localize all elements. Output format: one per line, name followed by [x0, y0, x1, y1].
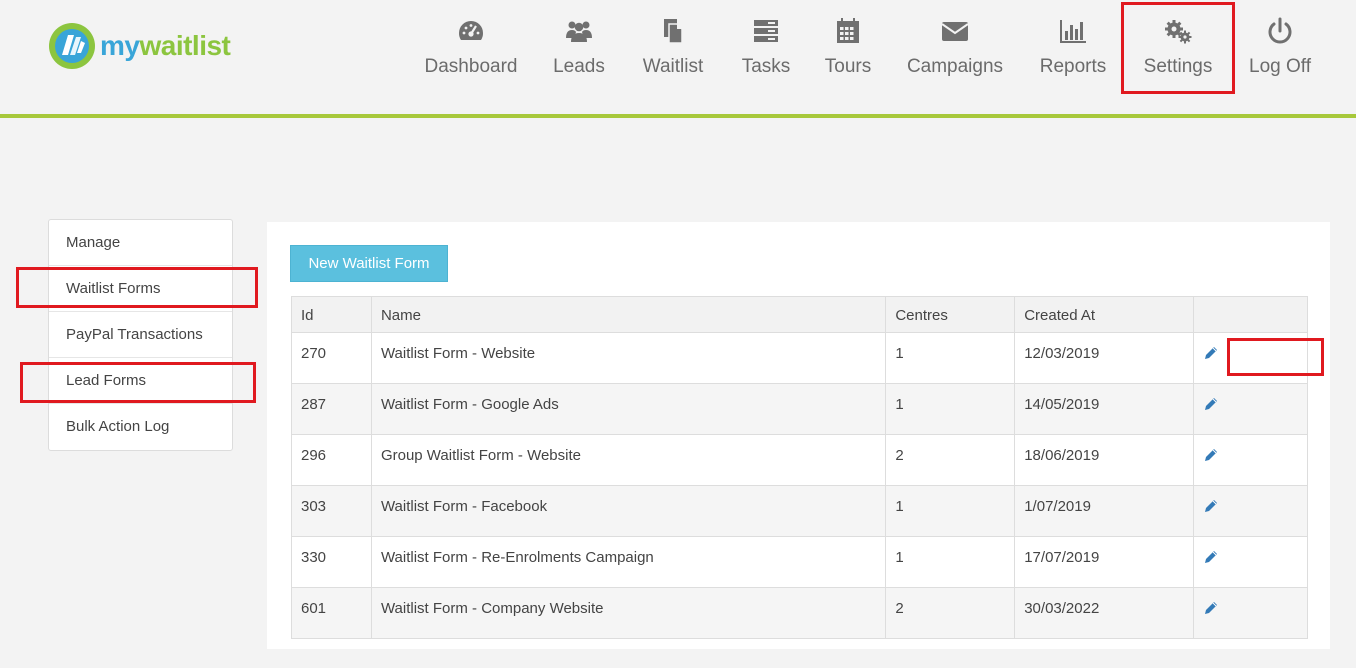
cell-created-at: 30/03/2022: [1014, 587, 1195, 639]
settings-sidebar: Manage Waitlist Forms PayPal Transaction…: [48, 219, 233, 451]
bar-chart-icon: [1060, 20, 1086, 43]
cell-created-at: 14/05/2019: [1014, 383, 1195, 435]
edit-pencil-icon[interactable]: [1203, 447, 1219, 463]
nav-tours[interactable]: Tours: [823, 14, 873, 94]
cell-centres: 1: [885, 383, 1016, 435]
cell-actions: [1193, 434, 1308, 486]
table-header-row: Id Name Centres Created At: [291, 296, 1308, 333]
sidebar-item-manage[interactable]: Manage: [49, 220, 232, 266]
table-row: 296 Group Waitlist Form - Website 2 18/0…: [291, 434, 1308, 486]
table-row: 270 Waitlist Form - Website 1 12/03/2019: [291, 332, 1308, 384]
waitlist-forms-table: Id Name Centres Created At 270 Waitlist …: [291, 296, 1308, 639]
cell-centres: 1: [885, 536, 1016, 588]
sidebar-item-paypal-transactions[interactable]: PayPal Transactions: [49, 312, 232, 358]
cell-actions: [1193, 332, 1308, 384]
nav-dashboard[interactable]: Dashboard: [422, 14, 520, 94]
sidebar-item-waitlist-forms[interactable]: Waitlist Forms: [49, 266, 232, 312]
cell-name: Waitlist Form - Company Website: [370, 587, 887, 639]
main-nav: Dashboard Leads Waitlist Tasks Tours Cam…: [0, 14, 1356, 94]
edit-pencil-icon[interactable]: [1203, 549, 1219, 565]
cell-created-at: 18/06/2019: [1014, 434, 1195, 486]
nav-waitlist[interactable]: Waitlist: [638, 14, 708, 94]
cell-id: 303: [291, 485, 372, 537]
cell-name: Waitlist Form - Re-Enrolments Campaign: [370, 536, 887, 588]
cell-actions: [1193, 485, 1308, 537]
waitlist-forms-panel: New Waitlist Form Id Name Centres Create…: [267, 222, 1330, 649]
cell-created-at: 12/03/2019: [1014, 332, 1195, 384]
cell-actions: [1193, 383, 1308, 435]
cell-name: Waitlist Form - Google Ads: [370, 383, 887, 435]
cell-actions: [1193, 536, 1308, 588]
cell-actions: [1193, 587, 1308, 639]
nav-reports[interactable]: Reports: [1038, 14, 1108, 94]
envelope-icon: [941, 22, 969, 41]
table-row: 303 Waitlist Form - Facebook 1 1/07/2019: [291, 485, 1308, 537]
cell-centres: 2: [885, 587, 1016, 639]
edit-pencil-icon[interactable]: [1203, 396, 1219, 412]
edit-pencil-icon[interactable]: [1203, 498, 1219, 514]
cell-name: Group Waitlist Form - Website: [370, 434, 887, 486]
cell-name: Waitlist Form - Website: [370, 332, 887, 384]
cell-created-at: 17/07/2019: [1014, 536, 1195, 588]
cell-id: 330: [291, 536, 372, 588]
table-row: 330 Waitlist Form - Re-Enrolments Campai…: [291, 536, 1308, 588]
edit-pencil-icon[interactable]: [1203, 345, 1219, 361]
cell-name: Waitlist Form - Facebook: [370, 485, 887, 537]
cell-id: 287: [291, 383, 372, 435]
cell-centres: 1: [885, 485, 1016, 537]
cell-created-at: 1/07/2019: [1014, 485, 1195, 537]
cell-centres: 2: [885, 434, 1016, 486]
users-icon: [566, 21, 592, 42]
server-icon: [754, 20, 778, 42]
sidebar-item-bulk-action-log[interactable]: Bulk Action Log: [49, 404, 232, 450]
table-row: 287 Waitlist Form - Google Ads 1 14/05/2…: [291, 383, 1308, 435]
column-header-actions: [1193, 296, 1308, 333]
column-header-name: Name: [370, 296, 887, 333]
cell-id: 601: [291, 587, 372, 639]
sidebar-item-lead-forms[interactable]: Lead Forms: [49, 358, 232, 404]
nav-campaigns[interactable]: Campaigns: [906, 14, 1004, 94]
nav-tasks[interactable]: Tasks: [741, 14, 791, 94]
cell-id: 270: [291, 332, 372, 384]
calendar-icon: [837, 18, 859, 43]
power-icon: [1268, 17, 1292, 44]
nav-log-off[interactable]: Log Off: [1245, 14, 1315, 94]
column-header-created-at: Created At: [1014, 296, 1195, 333]
new-waitlist-form-button[interactable]: New Waitlist Form: [290, 245, 448, 282]
column-header-centres: Centres: [885, 296, 1016, 333]
table-row: 601 Waitlist Form - Company Website 2 30…: [291, 587, 1308, 639]
cell-centres: 1: [885, 332, 1016, 384]
gears-icon: [1165, 20, 1192, 44]
nav-settings[interactable]: Settings: [1138, 14, 1218, 94]
top-header: mywaitlist Dashboard Leads Waitlist Task…: [0, 0, 1356, 118]
documents-icon: [664, 19, 683, 44]
dashboard-icon: [458, 21, 484, 40]
edit-pencil-icon[interactable]: [1203, 600, 1219, 616]
cell-id: 296: [291, 434, 372, 486]
column-header-id: Id: [291, 296, 372, 333]
nav-leads[interactable]: Leads: [553, 14, 605, 94]
